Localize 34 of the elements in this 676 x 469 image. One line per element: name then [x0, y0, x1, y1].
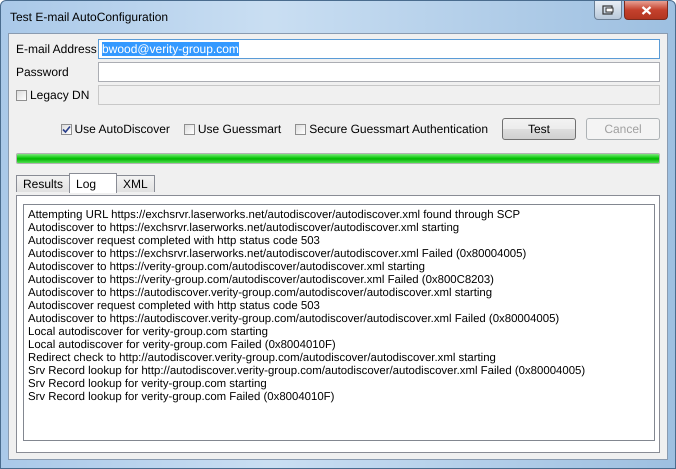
close-button[interactable]: [624, 1, 668, 20]
checkbox-label: Secure Guessmart Authentication: [309, 122, 488, 136]
tab[interactable]: Log: [69, 173, 118, 193]
log-line: Srv Record lookup for http://autodiscover.verity-group.com/autodiscover/autodiscover.xml Failed (0x80004005): [28, 365, 586, 378]
dialog-button[interactable]: Test: [502, 118, 576, 140]
log-line: Autodiscover request completed with http status code 503: [28, 300, 321, 313]
log-line: Srv Record lookup for verity-group.com starting: [28, 378, 268, 391]
log-line: Autodiscover to https://exchsrvr.laserworks.net/autodiscover/autodiscover.xml Failed (0x80004005): [28, 248, 528, 261]
close-icon: [640, 6, 652, 14]
log-line: Autodiscover request completed with http status code 503: [28, 235, 321, 248]
log-line: Redirect check to http://autodiscover.verity-group.com/autodiscover/autodiscover.xml starting: [28, 352, 497, 365]
log-line: Local autodiscover for verity-group.com starting: [28, 326, 269, 339]
checkbox[interactable]: [295, 124, 306, 134]
restore-button[interactable]: [594, 1, 622, 20]
log-line: Srv Record lookup for verity-group.com Failed (0x8004010F): [28, 391, 336, 404]
checkbox-label: Use Guessmart: [198, 122, 282, 136]
log-line: Local autodiscover for verity-group.com Failed (0x8004010F): [28, 339, 337, 352]
window-title: Test E-mail AutoConfiguration: [9, 10, 168, 24]
checkbox[interactable]: [184, 124, 195, 134]
log-line: Autodiscover to https://autodiscover.verity-group.com/autodiscover/autodiscover.xml starting: [28, 287, 494, 300]
log-line: Autodiscover to https://verity-group.com/autodiscover/autodiscover.xml starting: [28, 261, 426, 274]
checkbox[interactable]: [60, 124, 72, 134]
tab[interactable]: Results: [16, 175, 70, 192]
tab[interactable]: XML: [116, 175, 155, 192]
field-label: E-mail Address: [16, 42, 98, 56]
field-label: Legacy DN: [30, 88, 90, 102]
log-line: Autodiscover to https://verity-group.com/autodiscover/autodiscover.xml Failed (0x800C8203): [28, 274, 495, 287]
checkbox-label: Use AutoDiscover: [74, 122, 170, 136]
log-line: Autodiscover to https://exchsrvr.laserworks.net/autodiscover/autodiscover.xml starting: [28, 222, 460, 235]
input-field[interactable]: [98, 62, 660, 82]
log-line: Attempting URL https://exchsrvr.laserworks.net/autodiscover/autodiscover.xml found through SCP: [28, 209, 522, 222]
log-line: Autodiscover to https://autodiscover.verity-group.com/autodiscover/autodiscover.xml Failed (0x80004005): [28, 313, 560, 326]
field-label: Password: [16, 65, 70, 79]
restore-icon: [602, 5, 614, 15]
